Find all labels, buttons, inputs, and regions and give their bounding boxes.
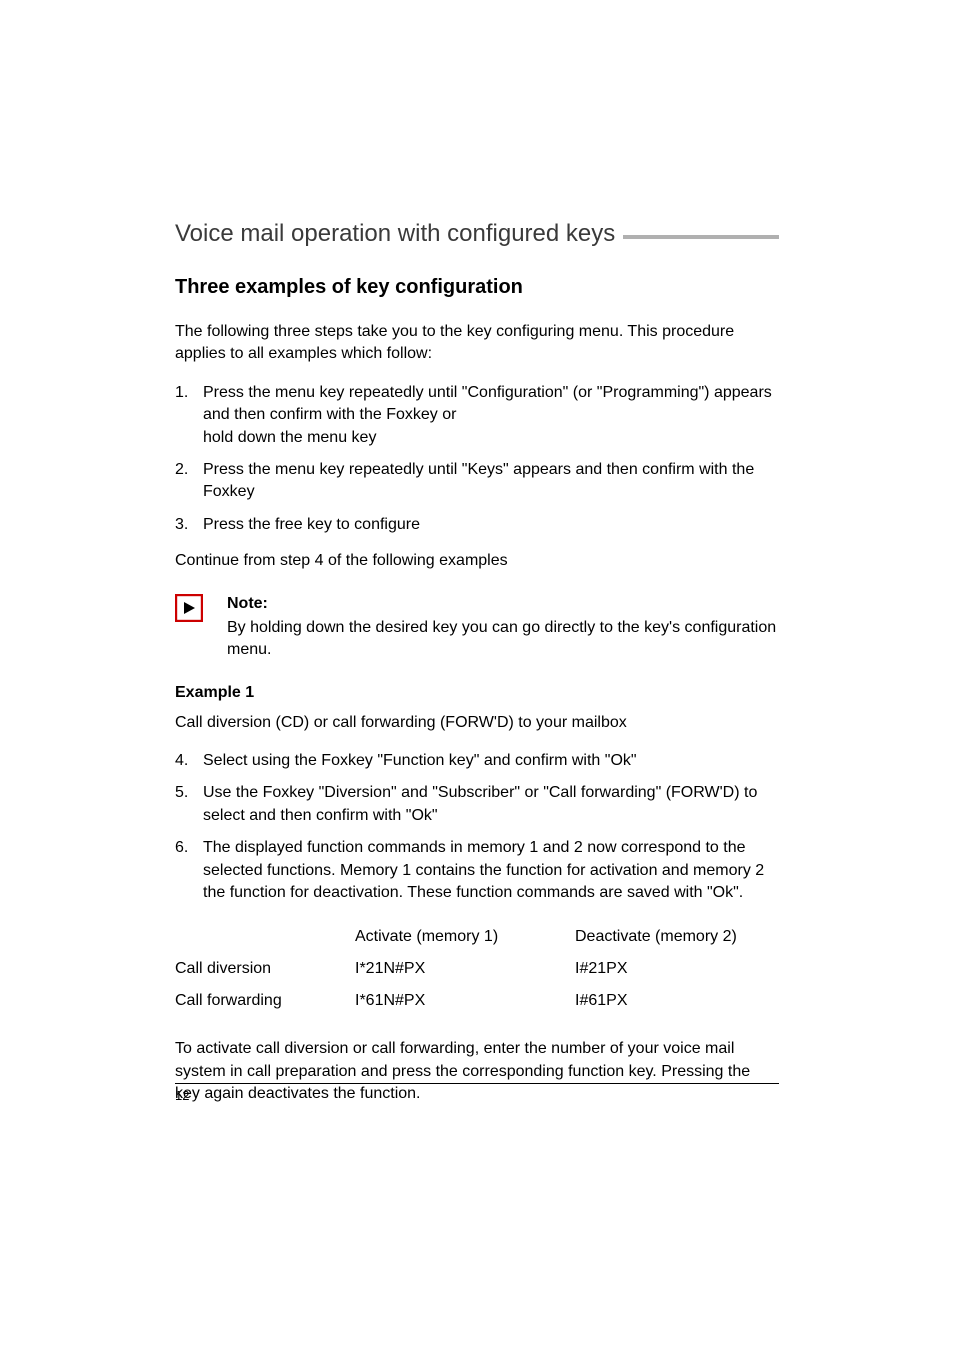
list-item: 4. Select using the Foxkey "Function key…	[175, 750, 779, 772]
step-text: Select using the Foxkey "Function key" a…	[203, 750, 637, 772]
page-footer: 12	[175, 1083, 779, 1103]
subheading: Three examples of key configuration	[175, 276, 779, 299]
step-number: 4.	[175, 750, 203, 772]
activate-header: Activate (memory 1)	[355, 928, 575, 946]
step-text: Use the Foxkey "Diversion" and "Subscrib…	[203, 782, 779, 827]
example-steps-list: 4. Select using the Foxkey "Function key…	[175, 750, 779, 904]
step-text: Press the menu key repeatedly until "Key…	[203, 459, 779, 504]
activate-code: I*61N#PX	[355, 992, 575, 1010]
page-number: 12	[175, 1088, 189, 1103]
step-number: 5.	[175, 782, 203, 827]
example-description: Call diversion (CD) or call forwarding (…	[175, 712, 779, 734]
step-text: Press the menu key repeatedly until "Con…	[203, 382, 779, 449]
list-item: 5. Use the Foxkey "Diversion" and "Subsc…	[175, 782, 779, 827]
step-number: 3.	[175, 514, 203, 536]
section-rule	[623, 235, 779, 239]
section-title: Voice mail operation with configured key…	[175, 220, 615, 248]
commands-table: Activate (memory 1) Deactivate (memory 2…	[175, 928, 779, 1010]
step-text: The displayed function commands in memor…	[203, 837, 779, 904]
table-row: Call forwarding I*61N#PX I#61PX	[175, 992, 779, 1010]
page: Voice mail operation with configured key…	[0, 0, 954, 1351]
intro-paragraph: The following three steps take you to th…	[175, 321, 779, 366]
list-item: 6. The displayed function commands in me…	[175, 837, 779, 904]
note-body: Note: By holding down the desired key yo…	[227, 593, 779, 662]
row-label: Call forwarding	[175, 992, 355, 1010]
step-number: 1.	[175, 382, 203, 449]
activate-code: I*21N#PX	[355, 960, 575, 978]
table-row: Call diversion I*21N#PX I#21PX	[175, 960, 779, 978]
note-text: By holding down the desired key you can …	[227, 619, 776, 658]
step-text: Press the free key to configure	[203, 514, 420, 536]
step-number: 2.	[175, 459, 203, 504]
step-number: 6.	[175, 837, 203, 904]
section-header: Voice mail operation with configured key…	[175, 220, 779, 248]
table-cell	[175, 928, 355, 946]
continue-paragraph: Continue from step 4 of the following ex…	[175, 550, 779, 572]
table-header-row: Activate (memory 1) Deactivate (memory 2…	[175, 928, 779, 946]
note-arrow-icon	[175, 594, 203, 622]
list-item: 1. Press the menu key repeatedly until "…	[175, 382, 779, 449]
note-block: Note: By holding down the desired key yo…	[175, 593, 779, 662]
row-label: Call diversion	[175, 960, 355, 978]
list-item: 2. Press the menu key repeatedly until "…	[175, 459, 779, 504]
list-item: 3. Press the free key to configure	[175, 514, 779, 536]
deactivate-code: I#61PX	[575, 992, 779, 1010]
intro-steps-list: 1. Press the menu key repeatedly until "…	[175, 382, 779, 536]
deactivate-header: Deactivate (memory 2)	[575, 928, 779, 946]
note-label: Note:	[227, 593, 779, 615]
deactivate-code: I#21PX	[575, 960, 779, 978]
example-label: Example 1	[175, 684, 779, 702]
